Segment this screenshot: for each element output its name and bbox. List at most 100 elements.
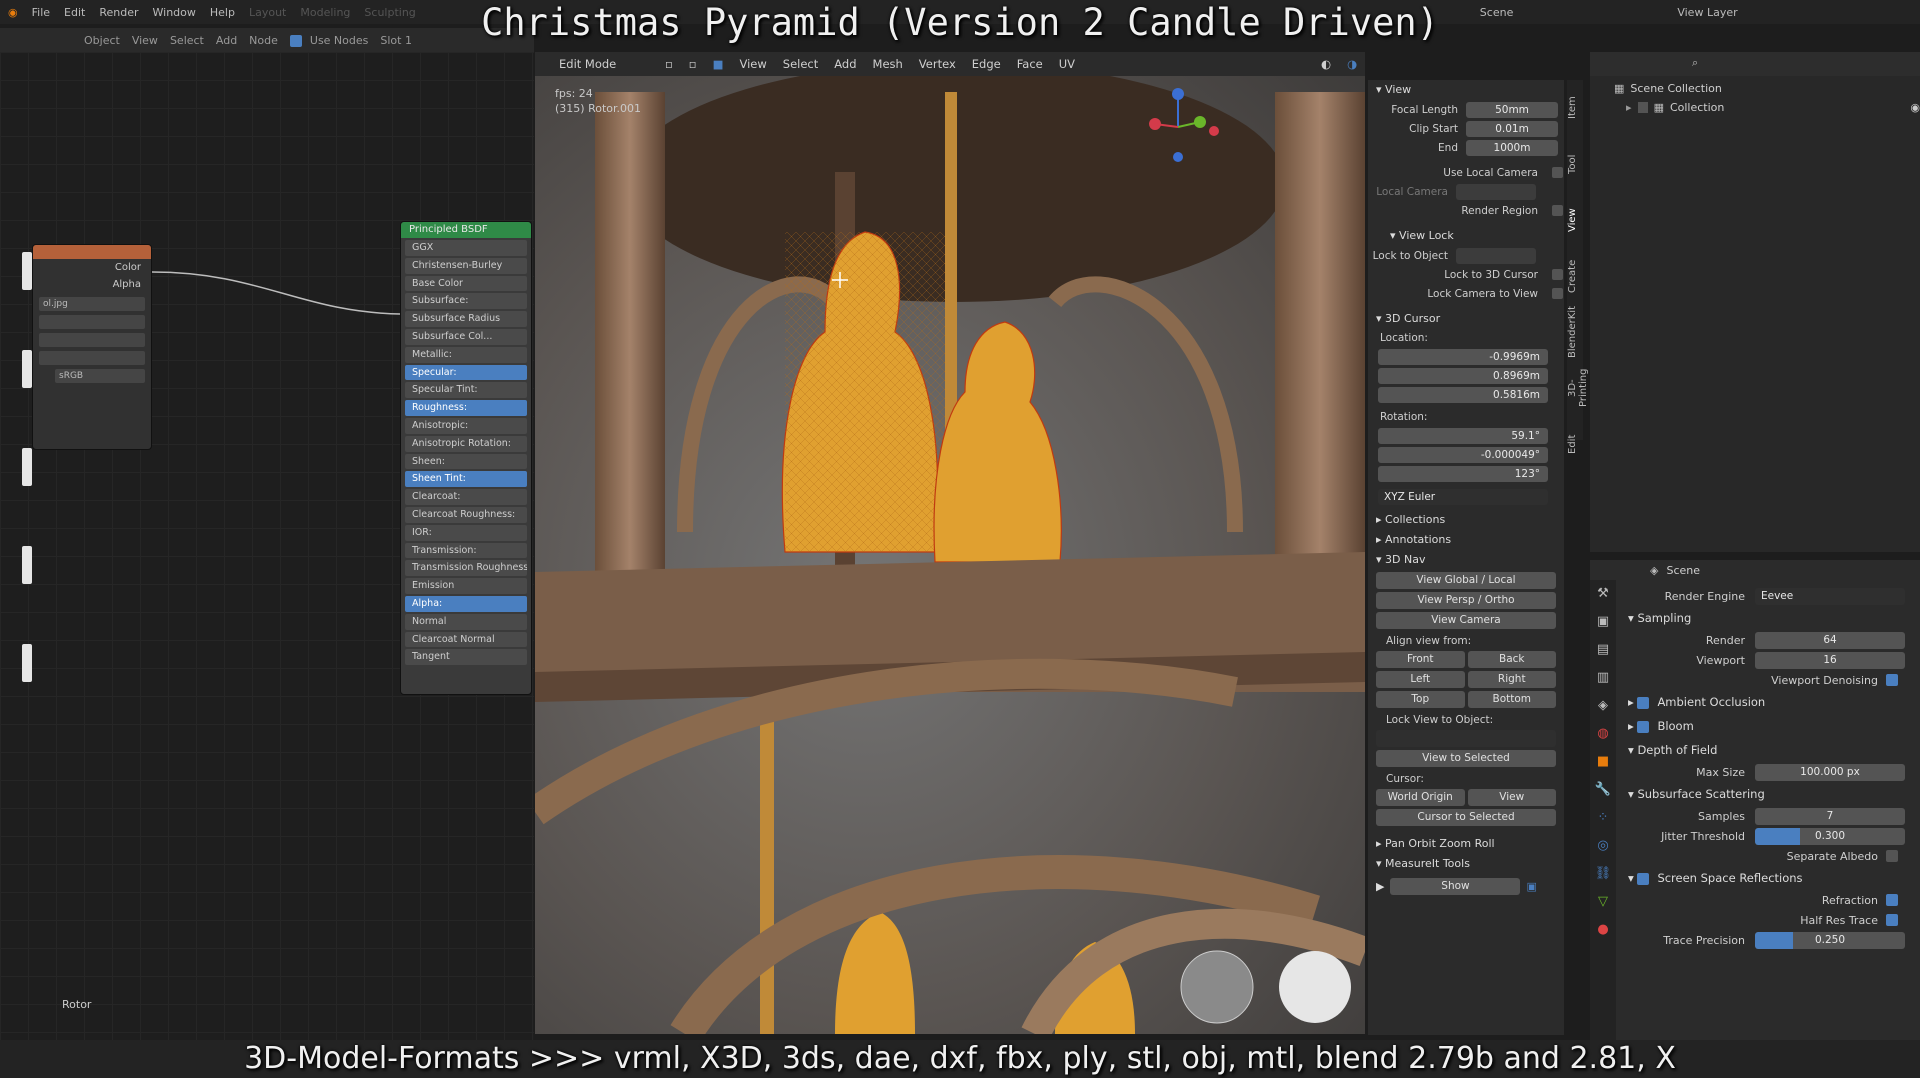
lock-camera-checkbox[interactable]	[1552, 288, 1563, 299]
bsdf-node-title[interactable]: Principled BSDF	[401, 222, 531, 238]
align-bottom-button[interactable]: Bottom	[1467, 691, 1556, 708]
scene-selector[interactable]: Scene	[1480, 6, 1514, 19]
viewport-menu-vertex[interactable]: Vertex	[919, 57, 956, 71]
render-tab-icon[interactable]: ▣	[1590, 608, 1616, 636]
select-mode-face-icon[interactable]: ■	[713, 57, 724, 71]
workspace-tab-sculpting[interactable]: Sculpting	[364, 6, 415, 19]
toolbar-tool-1[interactable]	[22, 252, 32, 290]
tab-tool[interactable]: Tool	[1567, 136, 1578, 192]
world-origin-button[interactable]: World Origin	[1376, 789, 1465, 806]
object-mode-dropdown[interactable]: Object	[84, 34, 120, 47]
tab-view[interactable]: View	[1567, 192, 1578, 248]
refraction-row[interactable]: Refraction	[1590, 890, 1920, 910]
bsdf-input-4[interactable]: Subsurface Radius	[405, 311, 527, 327]
shading-material-icon[interactable]: ◑	[1347, 57, 1357, 71]
refraction-checkbox[interactable]	[1886, 894, 1898, 906]
menu-edit[interactable]: Edit	[64, 6, 85, 19]
align-left-button[interactable]: Left	[1376, 671, 1465, 688]
max-size-field[interactable]: 100.000 px	[1755, 763, 1905, 781]
menu-window[interactable]: Window	[153, 6, 196, 19]
bsdf-input-13[interactable]: Sheen Tint:	[405, 471, 527, 488]
bsdf-input-6[interactable]: Metallic:	[405, 346, 527, 363]
render-engine-dropdown[interactable]: Eevee	[1755, 587, 1905, 605]
panel-3d-cursor-header[interactable]: ▾ 3D Cursor	[1368, 309, 1564, 329]
bsdf-input-23[interactable]: Tangent	[405, 649, 527, 666]
projection-dropdown[interactable]	[39, 333, 145, 347]
socket-alpha-out[interactable]: Alpha	[33, 276, 151, 293]
separate-albedo-row[interactable]: Separate Albedo	[1590, 846, 1920, 866]
checkbox-icon[interactable]	[1637, 101, 1648, 113]
material-tab-icon[interactable]: ●	[1590, 916, 1616, 944]
section-bloom[interactable]: ▸ Bloom	[1590, 714, 1920, 738]
select-mode-edge-icon[interactable]: ▫	[689, 57, 697, 71]
bsdf-input-17[interactable]: Transmission:	[405, 542, 527, 559]
local-camera-field[interactable]	[1456, 183, 1536, 200]
bsdf-input-14[interactable]: Clearcoat:	[405, 489, 527, 505]
constraints-tab-icon[interactable]: ⛓	[1590, 860, 1616, 888]
clip-end-field[interactable]: 1000m	[1466, 139, 1558, 156]
eye-icon[interactable]: ◉	[1910, 101, 1920, 114]
expand-arrow-icon[interactable]: ▸	[1626, 101, 1632, 114]
focal-length-field[interactable]: 50mm	[1466, 101, 1558, 118]
toolbar-tool-2[interactable]	[22, 350, 32, 388]
view-global-local-button[interactable]: View Global / Local	[1376, 572, 1556, 589]
menu-help[interactable]: Help	[210, 6, 235, 19]
viewport-menu-edge[interactable]: Edge	[972, 57, 1001, 71]
panel-view-header[interactable]: ▾ View	[1368, 80, 1564, 100]
cursor-rot-z[interactable]: 123°	[1368, 464, 1564, 483]
colorspace-dropdown[interactable]: sRGB	[55, 369, 145, 383]
data-tab-icon[interactable]: ▽	[1590, 888, 1616, 916]
cursor-view-button[interactable]: View	[1467, 789, 1556, 806]
rotation-mode-dropdown[interactable]: XYZ Euler	[1368, 487, 1564, 506]
view-persp-ortho-button[interactable]: View Persp / Ortho	[1376, 592, 1556, 609]
world-tab-icon[interactable]: ◍	[1590, 720, 1616, 748]
sss-samples-field[interactable]: 7	[1755, 807, 1905, 825]
extension-dropdown[interactable]	[39, 351, 145, 365]
node-menu-view[interactable]: View	[132, 34, 158, 47]
align-top-button[interactable]: Top	[1376, 691, 1465, 708]
slot-dropdown[interactable]: Slot 1	[380, 34, 412, 47]
outliner-row-collection[interactable]: ▸ ▦ Collection ◉	[1590, 96, 1920, 116]
particles-tab-icon[interactable]: ⁘	[1590, 804, 1616, 832]
cursor-rot-y[interactable]: -0.000049°	[1368, 445, 1564, 464]
node-menu-select[interactable]: Select	[170, 34, 204, 47]
texture-node-header[interactable]	[33, 245, 151, 259]
panel-measureit-header[interactable]: ▾ MeasureIt Tools	[1368, 854, 1564, 874]
object-tab-icon[interactable]: ■	[1590, 748, 1616, 776]
tab-blenderkit[interactable]: BlenderKit	[1567, 304, 1578, 360]
view-to-selected-button[interactable]: View to Selected	[1376, 750, 1556, 767]
bsdf-input-0[interactable]: GGX	[405, 240, 527, 256]
cursor-rot-x[interactable]: 59.1°	[1368, 426, 1564, 445]
trace-precision-slider[interactable]: 0.250	[1755, 931, 1905, 949]
panel-annotations-header[interactable]: ▸ Annotations	[1368, 530, 1564, 550]
output-tab-icon[interactable]: ▤	[1590, 636, 1616, 664]
bsdf-input-7[interactable]: Specular:	[405, 364, 527, 381]
blender-logo-icon[interactable]: ◉	[8, 6, 18, 19]
jitter-threshold-slider[interactable]: 0.300	[1755, 827, 1905, 845]
cursor-loc-z[interactable]: 0.5816m	[1368, 385, 1564, 404]
physics-tab-icon[interactable]: ◎	[1590, 832, 1616, 860]
cursor-to-selected-button[interactable]: Cursor to Selected	[1376, 809, 1556, 826]
bsdf-input-15[interactable]: Clearcoat Roughness:	[405, 506, 527, 523]
panel-view-lock-header[interactable]: ▾ View Lock	[1368, 226, 1564, 246]
tab-edit[interactable]: Edit	[1567, 416, 1578, 472]
panel-pan-orbit-header[interactable]: ▸ Pan Orbit Zoom Roll	[1368, 834, 1564, 854]
use-nodes-checkbox[interactable]: Use Nodes	[289, 34, 368, 47]
view-camera-button[interactable]: View Camera	[1376, 612, 1556, 629]
tab-3d-printing[interactable]: 3D-Printing	[1567, 360, 1589, 416]
clip-start-field[interactable]: 0.01m	[1466, 120, 1558, 137]
tab-create[interactable]: Create	[1567, 248, 1578, 304]
viewport-denoising-row[interactable]: Viewport Denoising	[1590, 670, 1920, 690]
lock-to-cursor-checkbox[interactable]	[1552, 269, 1563, 280]
half-res-trace-checkbox[interactable]	[1886, 914, 1898, 926]
section-depth-of-field[interactable]: ▾ Depth of Field	[1590, 738, 1920, 762]
toolbar-tool-3[interactable]	[22, 448, 32, 486]
viewport-menu-uv[interactable]: UV	[1059, 57, 1075, 71]
tool-tab-icon[interactable]: ⚒	[1590, 580, 1616, 608]
section-ambient-occlusion[interactable]: ▸ Ambient Occlusion	[1590, 690, 1920, 714]
menu-file[interactable]: File	[32, 6, 50, 19]
measureit-settings-icon[interactable]: ▣	[1526, 880, 1536, 893]
workspace-tab-modeling[interactable]: Modeling	[300, 6, 350, 19]
measureit-show-button[interactable]: Show	[1390, 878, 1521, 895]
cursor-loc-y[interactable]: 0.8969m	[1368, 366, 1564, 385]
